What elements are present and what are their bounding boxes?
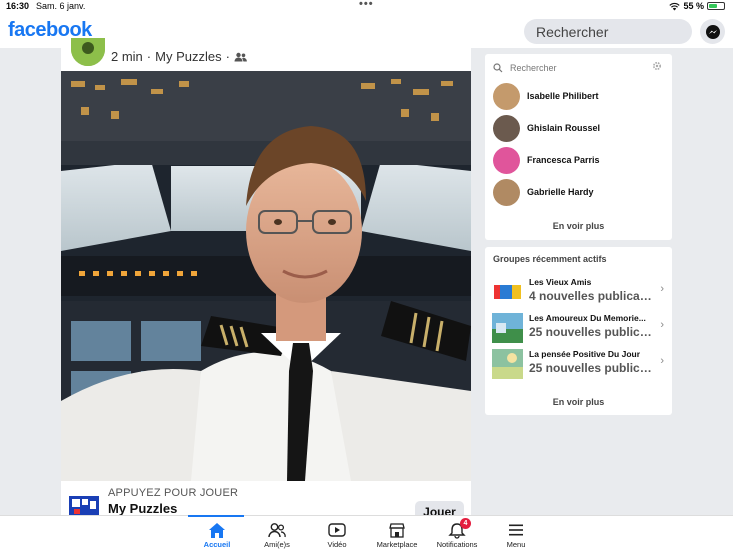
marketplace-icon bbox=[367, 520, 427, 540]
status-time: 16:30 bbox=[6, 1, 30, 11]
contacts-see-more-link[interactable]: En voir plus bbox=[485, 221, 672, 231]
groups-see-more-link[interactable]: En voir plus bbox=[485, 397, 672, 407]
gear-icon[interactable] bbox=[652, 61, 662, 71]
battery-icon bbox=[707, 2, 725, 10]
group-item[interactable]: Les Vieux Amis 4 nouvelles publicati... … bbox=[492, 275, 668, 308]
tab-video[interactable]: Vidéo bbox=[307, 520, 367, 549]
group-subtitle: 25 nouvelles publicat... bbox=[529, 325, 654, 339]
tab-label: Marketplace bbox=[376, 540, 418, 549]
post-separator: · bbox=[146, 49, 152, 64]
contacts-search-input[interactable]: Rechercher bbox=[493, 60, 664, 76]
home-icon bbox=[187, 520, 247, 540]
group-name: Les Vieux Amis bbox=[529, 277, 592, 287]
feed-post: 2 min · My Puzzles · APPUYEZ POUR JOUER … bbox=[61, 38, 471, 521]
contact-name: Ghislain Roussel bbox=[527, 123, 601, 133]
battery-percent: 55 % bbox=[683, 1, 704, 11]
chevron-right-icon: › bbox=[660, 319, 664, 331]
bell-icon bbox=[427, 520, 487, 540]
tab-accueil[interactable]: Accueil bbox=[187, 520, 247, 549]
tab-label: Menu bbox=[506, 540, 526, 549]
tab-label: Accueil bbox=[203, 540, 231, 549]
friends-icon bbox=[247, 520, 307, 540]
contact-name: Francesca Parris bbox=[527, 155, 600, 165]
tab-notifications[interactable]: 4 Notifications bbox=[427, 518, 487, 549]
contact-item[interactable]: Isabelle Philibert bbox=[493, 82, 665, 110]
post-separator-2: · bbox=[225, 49, 230, 64]
group-thumbnail bbox=[492, 277, 523, 307]
messenger-icon[interactable] bbox=[700, 19, 725, 44]
groups-title: Groupes récemment actifs bbox=[493, 254, 607, 264]
group-item[interactable]: Les Amoureux Du Memorie... 25 nouvelles … bbox=[492, 311, 668, 344]
tab-label: Notifications bbox=[436, 540, 478, 549]
game-cta-text: APPUYEZ POUR JOUER bbox=[108, 487, 239, 499]
group-name: Les Amoureux Du Memorie... bbox=[529, 313, 646, 323]
notification-badge: 4 bbox=[460, 518, 471, 529]
game-name[interactable]: My Puzzles bbox=[108, 501, 177, 516]
contact-item[interactable]: Francesca Parris bbox=[493, 146, 665, 174]
recent-groups-panel: Groupes récemment actifs Les Vieux Amis … bbox=[485, 247, 672, 415]
my-puzzles-game-icon bbox=[69, 496, 99, 516]
group-subtitle: 25 nouvelles publicat... bbox=[529, 361, 654, 375]
tab-marketplace[interactable]: Marketplace bbox=[367, 520, 427, 549]
multitasking-dots-icon[interactable]: ••• bbox=[359, 0, 374, 10]
tab-label: Ami(e)s bbox=[264, 540, 290, 549]
tab-menu[interactable]: Menu bbox=[486, 520, 546, 549]
status-right: 55 % bbox=[669, 1, 725, 11]
wifi-icon bbox=[669, 2, 681, 10]
avatar bbox=[493, 146, 520, 174]
contact-item[interactable]: Gabrielle Hardy bbox=[493, 178, 665, 206]
post-avatar[interactable] bbox=[71, 38, 105, 66]
friends-audience-icon bbox=[234, 52, 247, 61]
status-date: Sam. 6 janv. bbox=[36, 1, 86, 11]
contact-item[interactable]: Ghislain Roussel bbox=[493, 114, 665, 142]
status-bar: 16:30 Sam. 6 janv. ••• 55 % bbox=[0, 0, 733, 14]
top-header: facebook Rechercher bbox=[0, 14, 733, 48]
chevron-right-icon: › bbox=[660, 355, 664, 367]
group-subtitle: 4 nouvelles publicati... bbox=[529, 289, 654, 303]
contact-name: Gabrielle Hardy bbox=[527, 187, 594, 197]
menu-icon bbox=[486, 520, 546, 540]
post-image-pilot-cockpit[interactable] bbox=[61, 71, 471, 481]
chevron-right-icon: › bbox=[660, 283, 664, 295]
group-thumbnail bbox=[492, 313, 523, 343]
contacts-panel: Rechercher Isabelle Philibert Ghislain R… bbox=[485, 54, 672, 240]
game-bar[interactable]: APPUYEZ POUR JOUER My Puzzles Jouer bbox=[61, 481, 471, 521]
contacts-search-placeholder: Rechercher bbox=[510, 63, 557, 73]
bottom-tab-bar: Accueil Ami(e)s Vidéo Marketplace 4 Noti… bbox=[0, 515, 733, 550]
post-meta: 2 min · My Puzzles · bbox=[61, 38, 471, 71]
post-info: 2 min · My Puzzles · bbox=[111, 49, 247, 64]
active-tab-indicator bbox=[188, 515, 244, 517]
avatar bbox=[493, 82, 520, 110]
tab-amis[interactable]: Ami(e)s bbox=[247, 520, 307, 549]
post-time[interactable]: 2 min bbox=[111, 49, 143, 64]
header-search-input[interactable]: Rechercher bbox=[524, 19, 692, 44]
post-source[interactable]: My Puzzles bbox=[155, 49, 221, 64]
search-icon bbox=[493, 63, 503, 73]
group-item[interactable]: La pensée Positive Du Jour 25 nouvelles … bbox=[492, 347, 668, 380]
avatar bbox=[493, 114, 520, 142]
tab-label: Vidéo bbox=[327, 540, 347, 549]
video-icon bbox=[307, 520, 367, 540]
contact-name: Isabelle Philibert bbox=[527, 91, 599, 101]
avatar bbox=[493, 178, 520, 206]
group-thumbnail bbox=[492, 349, 523, 379]
group-name: La pensée Positive Du Jour bbox=[529, 349, 641, 359]
